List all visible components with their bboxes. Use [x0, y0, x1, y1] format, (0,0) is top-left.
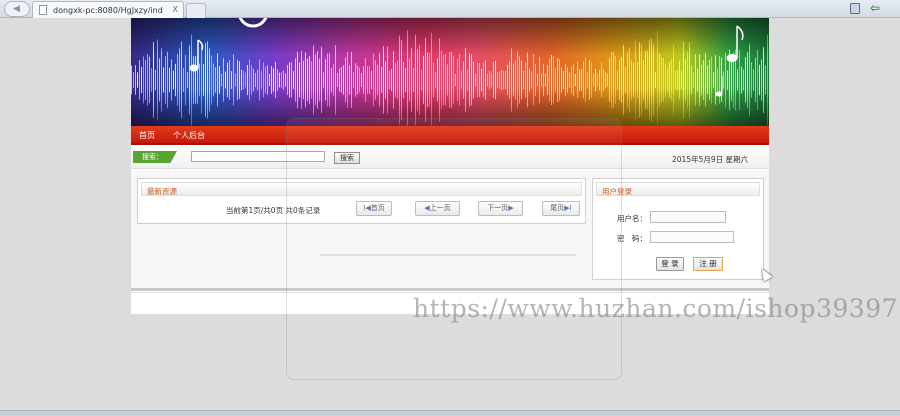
music-banner: [131, 18, 769, 126]
browser-back-button[interactable]: ◀: [4, 1, 30, 17]
menu-item-personal-backend[interactable]: 个人后台: [173, 130, 205, 141]
back-green-arrow-icon[interactable]: ⇦: [870, 1, 880, 15]
tab-title: dongxk-pc:8080/HgJxzy/ind: [53, 6, 163, 15]
taskbar: [0, 410, 900, 416]
register-button[interactable]: 注 册: [693, 257, 723, 271]
tab-close-icon[interactable]: X: [173, 5, 178, 14]
current-date: 2015年5月9日 星期六: [672, 155, 749, 164]
page-icon: [39, 5, 47, 15]
search-label-badge: 搜索：: [133, 151, 177, 163]
new-tab-button[interactable]: [186, 3, 206, 18]
menu-item-home[interactable]: 首页: [139, 130, 155, 141]
password-input[interactable]: [650, 231, 734, 243]
music-note-icons: [189, 18, 744, 97]
overlay-ghost-frame: [286, 118, 622, 380]
browser-tab[interactable]: dongxk-pc:8080/HgJxzy/ind X: [32, 1, 184, 18]
overlay-ghost-line: [320, 254, 576, 256]
username-input[interactable]: [650, 211, 726, 223]
watermark-text: https://www.huzhan.com/ishop39397: [413, 294, 899, 323]
browser-tab-strip: ◀ dongxk-pc:8080/HgJxzy/ind X ⇦: [0, 0, 900, 18]
panel-title-latest-resources: 最新资源: [147, 187, 177, 196]
login-button[interactable]: 登 录: [656, 257, 684, 271]
back-arrow-icon: ◀: [13, 4, 20, 14]
compatibility-view-icon[interactable]: [850, 3, 860, 14]
